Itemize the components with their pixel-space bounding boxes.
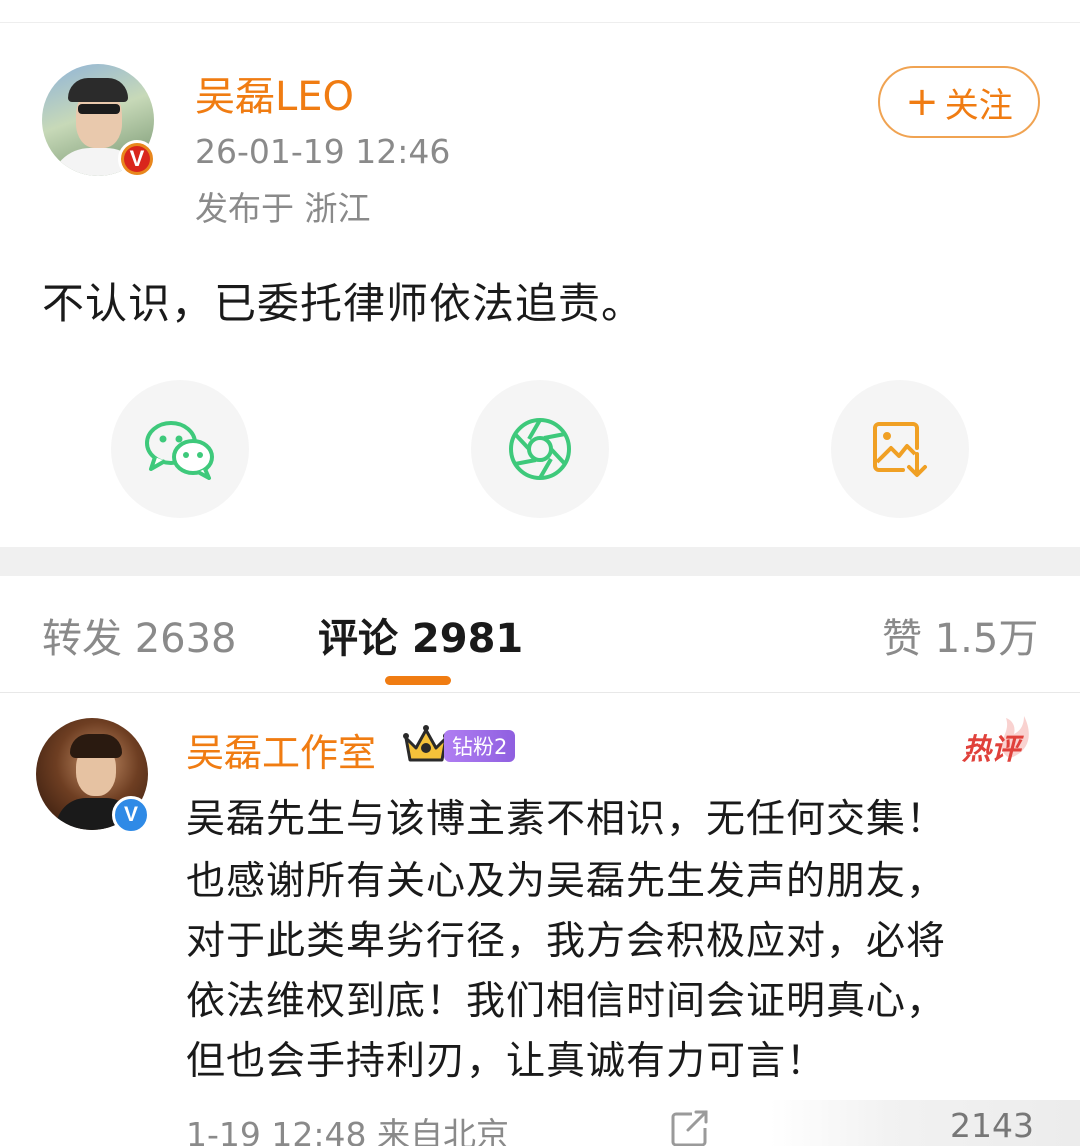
tab-comments[interactable]: 评论 2981: [318, 606, 523, 664]
follow-label: 关注: [944, 85, 1013, 126]
commenter-name[interactable]: 吴磊工作室: [186, 722, 376, 777]
post-timestamp: 26-01-19 12:46: [195, 132, 451, 171]
save-image-button[interactable]: [831, 380, 969, 518]
follow-button[interactable]: + 关注: [878, 66, 1040, 138]
tab-repost[interactable]: 转发 2638: [42, 606, 237, 664]
comment-text-line: 对于此类卑劣行径，我方会积极应对，必将: [186, 919, 947, 964]
crown-icon: [403, 725, 449, 762]
active-tab-indicator: [385, 676, 451, 685]
author-name[interactable]: 吴磊LEO: [195, 64, 354, 122]
section-divider: [0, 547, 1080, 576]
comment-text-line: 依法维权到底！我们相信时间会证明真心，: [186, 979, 947, 1024]
moments-shutter-icon: [509, 418, 571, 480]
share-moments-button[interactable]: [471, 380, 609, 518]
save-image-icon: [873, 422, 927, 477]
tabs-divider: [0, 692, 1080, 693]
verified-badge-icon: V: [118, 140, 156, 178]
top-divider: [0, 22, 1080, 23]
plus-icon: +: [905, 79, 939, 125]
comment-meta: 1-19 12:48 来自北京: [186, 1115, 509, 1146]
post-location: 发布于 浙江: [195, 189, 371, 228]
hot-comment-label: 热评: [962, 732, 1021, 766]
comment-like-count[interactable]: 2143: [950, 1106, 1034, 1145]
comment-text-line: 吴磊先生与该博主素不相识，无任何交集！: [186, 797, 947, 842]
share-wechat-button[interactable]: [111, 380, 249, 518]
comment-text-line: 但也会手持利刃，让真诚有力可言！: [186, 1039, 827, 1084]
fan-level-badge: 钻粉2: [444, 730, 516, 762]
share-icon[interactable]: [668, 1108, 712, 1146]
verified-badge-icon: V: [112, 796, 150, 834]
wechat-icon: [145, 421, 214, 480]
tab-likes[interactable]: 赞 1.5万: [882, 606, 1038, 664]
post-text: 不认识，已委托律师依法追责。: [42, 279, 645, 328]
comment-text-line: 也感谢所有关心及为吴磊先生发声的朋友，: [186, 859, 947, 904]
